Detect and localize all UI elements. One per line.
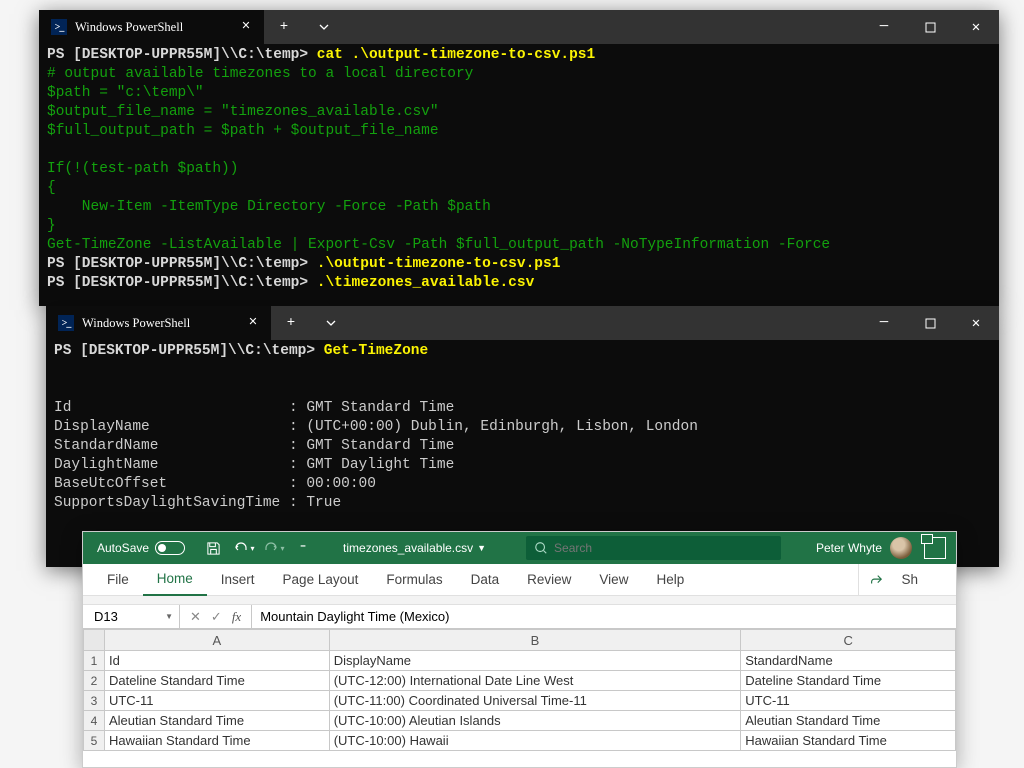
cell[interactable]: Id [105,651,330,671]
cell[interactable]: Hawaiian Standard Time [741,731,956,751]
terminal-output[interactable]: PS [DESKTOP-UPPR55M]\\C:\temp> cat .\out… [39,44,999,295]
cell[interactable]: (UTC-10:00) Aleutian Islands [330,711,742,731]
name-box[interactable]: D13 ▼ [88,605,180,628]
cell[interactable]: Aleutian Standard Time [741,711,956,731]
tab-insert[interactable]: Insert [207,564,269,595]
row-header[interactable]: 4 [83,711,105,731]
enter-icon[interactable]: ✓ [211,609,222,625]
share-button[interactable]: Sh [858,564,946,595]
fx-icon[interactable]: fx [232,609,241,625]
save-icon[interactable] [201,536,225,560]
titlebar[interactable]: Windows PowerShell × + ─ ✕ [39,10,999,44]
cell[interactable]: (UTC-10:00) Hawaii [330,731,742,751]
column-header-B[interactable]: B [330,629,742,651]
column-header-A[interactable]: A [105,629,330,651]
tab-review[interactable]: Review [513,564,585,595]
chevron-down-icon[interactable]: ▼ [165,612,173,621]
autosave-toggle[interactable]: AutoSave [83,541,193,555]
excel-window: AutoSave ▾ ▾ ⁼ timezones_available.csv ▼… [82,531,957,768]
cell[interactable]: Dateline Standard Time [741,671,956,691]
filename[interactable]: timezones_available.csv ▼ [323,541,506,555]
undo-icon[interactable]: ▾ [231,536,255,560]
tab-pagelayout[interactable]: Page Layout [269,564,373,595]
row-header[interactable]: 5 [83,731,105,751]
cell[interactable]: UTC-11 [741,691,956,711]
user-account[interactable]: Peter Whyte [804,537,918,559]
terminal-window-2: Windows PowerShell × + ─ ✕ PS [DESKTOP-U… [46,306,999,567]
minimize-button[interactable]: ─ [861,306,907,340]
powershell-icon [58,315,74,331]
chevron-down-icon: ▼ [477,543,486,553]
redo-icon[interactable]: ▾ [261,536,285,560]
tab-powershell[interactable]: Windows PowerShell × [39,10,264,44]
cell[interactable]: UTC-11 [105,691,330,711]
powershell-icon [51,19,67,35]
customize-qat-icon[interactable]: ⁼ [291,536,315,560]
dropdown-button[interactable] [304,10,344,44]
toggle-off-icon[interactable] [155,541,185,555]
cell[interactable]: Hawaiian Standard Time [105,731,330,751]
minimize-button[interactable]: ─ [861,10,907,44]
row-header[interactable]: 3 [83,691,105,711]
close-icon[interactable]: × [238,19,254,35]
search-box[interactable] [526,536,781,560]
formula-bar: D13 ▼ ✕ ✓ fx Mountain Daylight Time (Mex… [83,605,956,629]
quick-access-toolbar: ▾ ▾ ⁼ [193,536,323,560]
tab-title: Windows PowerShell [75,20,230,35]
tab-title: Windows PowerShell [82,316,237,331]
terminal-output[interactable]: PS [DESKTOP-UPPR55M]\\C:\temp> Get-TimeZ… [46,340,999,515]
dropdown-button[interactable] [311,306,351,340]
tab-help[interactable]: Help [642,564,698,595]
close-window-button[interactable]: ✕ [953,306,999,340]
search-icon [534,541,548,555]
excel-titlebar[interactable]: AutoSave ▾ ▾ ⁼ timezones_available.csv ▼… [83,532,956,564]
avatar [890,537,912,559]
spreadsheet-grid[interactable]: A B C 1 Id DisplayName StandardName 2 Da… [83,629,956,751]
ribbon-display-icon[interactable] [924,537,946,559]
tab-view[interactable]: View [585,564,642,595]
cell[interactable]: DisplayName [330,651,742,671]
maximize-button[interactable] [907,306,953,340]
formula-input[interactable]: Mountain Daylight Time (Mexico) [252,609,457,624]
titlebar[interactable]: Windows PowerShell × + ─ ✕ [46,306,999,340]
new-tab-button[interactable]: + [271,306,311,340]
user-name: Peter Whyte [816,541,882,555]
autosave-label: AutoSave [97,541,149,555]
ribbon-tabs: File Home Insert Page Layout Formulas Da… [83,564,956,596]
tab-data[interactable]: Data [457,564,514,595]
terminal-window-1: Windows PowerShell × + ─ ✕ PS [DESKTOP-U… [39,10,999,306]
cancel-icon[interactable]: ✕ [190,609,201,625]
row-header[interactable]: 1 [83,651,105,671]
maximize-button[interactable] [907,10,953,44]
column-header-C[interactable]: C [741,629,956,651]
close-icon[interactable]: × [245,315,261,331]
tab-formulas[interactable]: Formulas [372,564,456,595]
cell[interactable]: (UTC-11:00) Coordinated Universal Time-1… [330,691,742,711]
search-input[interactable] [554,541,709,555]
select-all-corner[interactable] [83,629,105,651]
cell[interactable]: Dateline Standard Time [105,671,330,691]
tab-file[interactable]: File [93,564,143,595]
row-header[interactable]: 2 [83,671,105,691]
tab-powershell[interactable]: Windows PowerShell × [46,306,271,340]
new-tab-button[interactable]: + [264,10,304,44]
cell[interactable]: StandardName [741,651,956,671]
cell[interactable]: (UTC-12:00) International Date Line West [330,671,742,691]
cell[interactable]: Aleutian Standard Time [105,711,330,731]
close-window-button[interactable]: ✕ [953,10,999,44]
tab-home[interactable]: Home [143,563,207,596]
